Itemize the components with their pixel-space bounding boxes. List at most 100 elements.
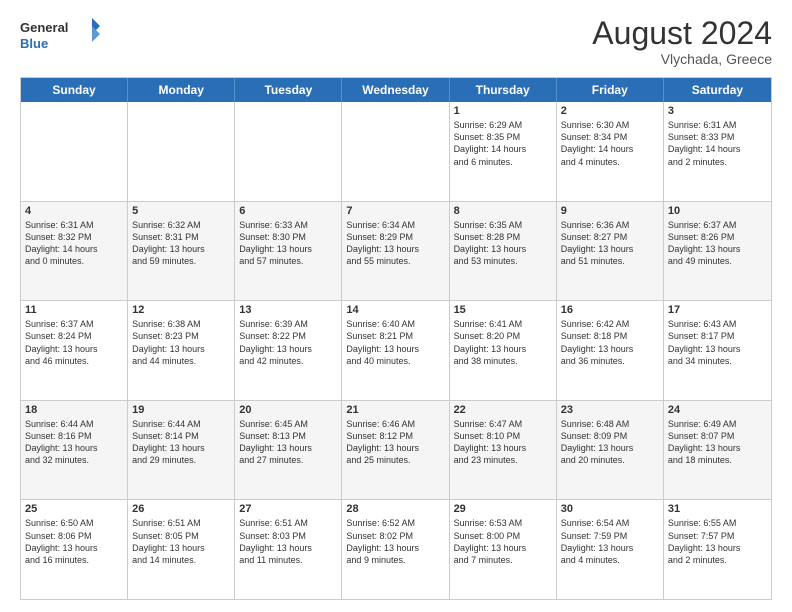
day-number: 28	[346, 503, 444, 515]
day-number: 26	[132, 503, 230, 515]
calendar-cell-r3-c0: 18 Sunrise: 6:44 AM Sunset: 8:16 PM Dayli…	[21, 401, 128, 500]
calendar-cell-r4-c6: 31Sunrise: 6:55 AM Sunset: 7:57 PM Dayli…	[664, 500, 771, 599]
calendar-cell-r3-c3: 21Sunrise: 6:46 AM Sunset: 8:12 PM Dayli…	[342, 401, 449, 500]
calendar-cell-r0-c5: 2Sunrise: 6:30 AM Sunset: 8:34 PM Daylig…	[557, 102, 664, 201]
day-number: 16	[561, 304, 659, 316]
day-info: Sunrise: 6:48 AM Sunset: 8:09 PM Dayligh…	[561, 418, 659, 467]
day-info: Sunrise: 6:32 AM Sunset: 8:31 PM Dayligh…	[132, 219, 230, 268]
calendar-body: 1Sunrise: 6:29 AM Sunset: 8:35 PM Daylig…	[21, 102, 771, 599]
calendar-row-1: 4Sunrise: 6:31 AM Sunset: 8:32 PM Daylig…	[21, 201, 771, 301]
calendar-cell-r4-c3: 28 Sunrise: 6:52 AM Sunset: 8:02 PM Dayli…	[342, 500, 449, 599]
calendar-cell-r4-c4: 29Sunrise: 6:53 AM Sunset: 8:00 PM Dayli…	[450, 500, 557, 599]
calendar-cell-r0-c6: 3 Sunrise: 6:31 AM Sunset: 8:33 PM Daylig…	[664, 102, 771, 201]
logo-svg: General Blue	[20, 16, 100, 54]
day-info: Sunrise: 6:52 AM Sunset: 8:02 PM Dayligh…	[346, 517, 444, 566]
day-info: Sunrise: 6:51 AM Sunset: 8:05 PM Dayligh…	[132, 517, 230, 566]
day-number: 18	[25, 404, 123, 416]
day-number: 27	[239, 503, 337, 515]
day-number: 6	[239, 205, 337, 217]
day-number: 14	[346, 304, 444, 316]
calendar-cell-r0-c0	[21, 102, 128, 201]
calendar-cell-r1-c2: 6 Sunrise: 6:33 AM Sunset: 8:30 PM Daylig…	[235, 202, 342, 301]
day-info: Sunrise: 6:50 AM Sunset: 8:06 PM Dayligh…	[25, 517, 123, 566]
svg-text:General: General	[20, 20, 68, 35]
calendar-row-3: 18 Sunrise: 6:44 AM Sunset: 8:16 PM Dayli…	[21, 400, 771, 500]
day-info: Sunrise: 6:37 AM Sunset: 8:24 PM Dayligh…	[25, 318, 123, 367]
day-number: 20	[239, 404, 337, 416]
logo: General Blue	[20, 16, 100, 54]
day-info: Sunrise: 6:31 AM Sunset: 8:32 PM Dayligh…	[25, 219, 123, 268]
calendar-cell-r2-c4: 15 Sunrise: 6:41 AM Sunset: 8:20 PM Dayli…	[450, 301, 557, 400]
calendar-cell-r4-c2: 27 Sunrise: 6:51 AM Sunset: 8:03 PM Dayli…	[235, 500, 342, 599]
day-info: Sunrise: 6:44 AM Sunset: 8:14 PM Dayligh…	[132, 418, 230, 467]
day-number: 5	[132, 205, 230, 217]
calendar-cell-r1-c4: 8 Sunrise: 6:35 AM Sunset: 8:28 PM Daylig…	[450, 202, 557, 301]
day-info: Sunrise: 6:31 AM Sunset: 8:33 PM Dayligh…	[668, 119, 767, 168]
day-info: Sunrise: 6:46 AM Sunset: 8:12 PM Dayligh…	[346, 418, 444, 467]
day-info: Sunrise: 6:34 AM Sunset: 8:29 PM Dayligh…	[346, 219, 444, 268]
day-number: 25	[25, 503, 123, 515]
calendar-cell-r2-c2: 13 Sunrise: 6:39 AM Sunset: 8:22 PM Dayli…	[235, 301, 342, 400]
calendar-cell-r0-c2	[235, 102, 342, 201]
day-info: Sunrise: 6:35 AM Sunset: 8:28 PM Dayligh…	[454, 219, 552, 268]
day-number: 17	[668, 304, 767, 316]
day-info: Sunrise: 6:37 AM Sunset: 8:26 PM Dayligh…	[668, 219, 767, 268]
day-info: Sunrise: 6:54 AM Sunset: 7:59 PM Dayligh…	[561, 517, 659, 566]
day-info: Sunrise: 6:29 AM Sunset: 8:35 PM Dayligh…	[454, 119, 552, 168]
calendar-cell-r1-c5: 9 Sunrise: 6:36 AM Sunset: 8:27 PM Daylig…	[557, 202, 664, 301]
day-number: 22	[454, 404, 552, 416]
calendar-cell-r2-c5: 16 Sunrise: 6:42 AM Sunset: 8:18 PM Dayli…	[557, 301, 664, 400]
day-header-wednesday: Wednesday	[342, 78, 449, 102]
day-header-thursday: Thursday	[450, 78, 557, 102]
location: Vlychada, Greece	[592, 51, 772, 67]
day-info: Sunrise: 6:33 AM Sunset: 8:30 PM Dayligh…	[239, 219, 337, 268]
day-info: Sunrise: 6:40 AM Sunset: 8:21 PM Dayligh…	[346, 318, 444, 367]
day-info: Sunrise: 6:38 AM Sunset: 8:23 PM Dayligh…	[132, 318, 230, 367]
calendar-cell-r3-c2: 20 Sunrise: 6:45 AM Sunset: 8:13 PM Dayli…	[235, 401, 342, 500]
calendar-cell-r1-c0: 4Sunrise: 6:31 AM Sunset: 8:32 PM Daylig…	[21, 202, 128, 301]
calendar: SundayMondayTuesdayWednesdayThursdayFrid…	[20, 77, 772, 600]
day-info: Sunrise: 6:36 AM Sunset: 8:27 PM Dayligh…	[561, 219, 659, 268]
day-number: 30	[561, 503, 659, 515]
calendar-cell-r0-c1	[128, 102, 235, 201]
day-number: 3	[668, 105, 767, 117]
day-info: Sunrise: 6:42 AM Sunset: 8:18 PM Dayligh…	[561, 318, 659, 367]
day-info: Sunrise: 6:47 AM Sunset: 8:10 PM Dayligh…	[454, 418, 552, 467]
calendar-cell-r4-c1: 26 Sunrise: 6:51 AM Sunset: 8:05 PM Dayli…	[128, 500, 235, 599]
day-number: 12	[132, 304, 230, 316]
day-number: 9	[561, 205, 659, 217]
day-number: 23	[561, 404, 659, 416]
day-number: 19	[132, 404, 230, 416]
calendar-cell-r0-c4: 1Sunrise: 6:29 AM Sunset: 8:35 PM Daylig…	[450, 102, 557, 201]
day-info: Sunrise: 6:49 AM Sunset: 8:07 PM Dayligh…	[668, 418, 767, 467]
day-number: 8	[454, 205, 552, 217]
calendar-cell-r3-c6: 24 Sunrise: 6:49 AM Sunset: 8:07 PM Dayli…	[664, 401, 771, 500]
calendar-cell-r2-c1: 12 Sunrise: 6:38 AM Sunset: 8:23 PM Dayli…	[128, 301, 235, 400]
calendar-row-0: 1Sunrise: 6:29 AM Sunset: 8:35 PM Daylig…	[21, 102, 771, 201]
title-block: August 2024 Vlychada, Greece	[592, 16, 772, 67]
calendar-row-2: 11 Sunrise: 6:37 AM Sunset: 8:24 PM Dayli…	[21, 300, 771, 400]
month-year: August 2024	[592, 16, 772, 51]
calendar-cell-r3-c4: 22 Sunrise: 6:47 AM Sunset: 8:10 PM Dayli…	[450, 401, 557, 500]
day-number: 11	[25, 304, 123, 316]
calendar-cell-r4-c0: 25 Sunrise: 6:50 AM Sunset: 8:06 PM Dayli…	[21, 500, 128, 599]
calendar-cell-r3-c1: 19 Sunrise: 6:44 AM Sunset: 8:14 PM Dayli…	[128, 401, 235, 500]
calendar-cell-r2-c0: 11 Sunrise: 6:37 AM Sunset: 8:24 PM Dayli…	[21, 301, 128, 400]
day-info: Sunrise: 6:41 AM Sunset: 8:20 PM Dayligh…	[454, 318, 552, 367]
day-number: 24	[668, 404, 767, 416]
day-info: Sunrise: 6:39 AM Sunset: 8:22 PM Dayligh…	[239, 318, 337, 367]
day-header-friday: Friday	[557, 78, 664, 102]
day-info: Sunrise: 6:45 AM Sunset: 8:13 PM Dayligh…	[239, 418, 337, 467]
day-number: 15	[454, 304, 552, 316]
header: General Blue August 2024 Vlychada, Greec…	[20, 16, 772, 67]
day-info: Sunrise: 6:44 AM Sunset: 8:16 PM Dayligh…	[25, 418, 123, 467]
day-info: Sunrise: 6:51 AM Sunset: 8:03 PM Dayligh…	[239, 517, 337, 566]
calendar-header-row: SundayMondayTuesdayWednesdayThursdayFrid…	[21, 78, 771, 102]
day-info: Sunrise: 6:55 AM Sunset: 7:57 PM Dayligh…	[668, 517, 767, 566]
day-number: 7	[346, 205, 444, 217]
day-info: Sunrise: 6:43 AM Sunset: 8:17 PM Dayligh…	[668, 318, 767, 367]
day-number: 29	[454, 503, 552, 515]
page: General Blue August 2024 Vlychada, Greec…	[0, 0, 792, 612]
svg-text:Blue: Blue	[20, 36, 48, 51]
day-number: 13	[239, 304, 337, 316]
